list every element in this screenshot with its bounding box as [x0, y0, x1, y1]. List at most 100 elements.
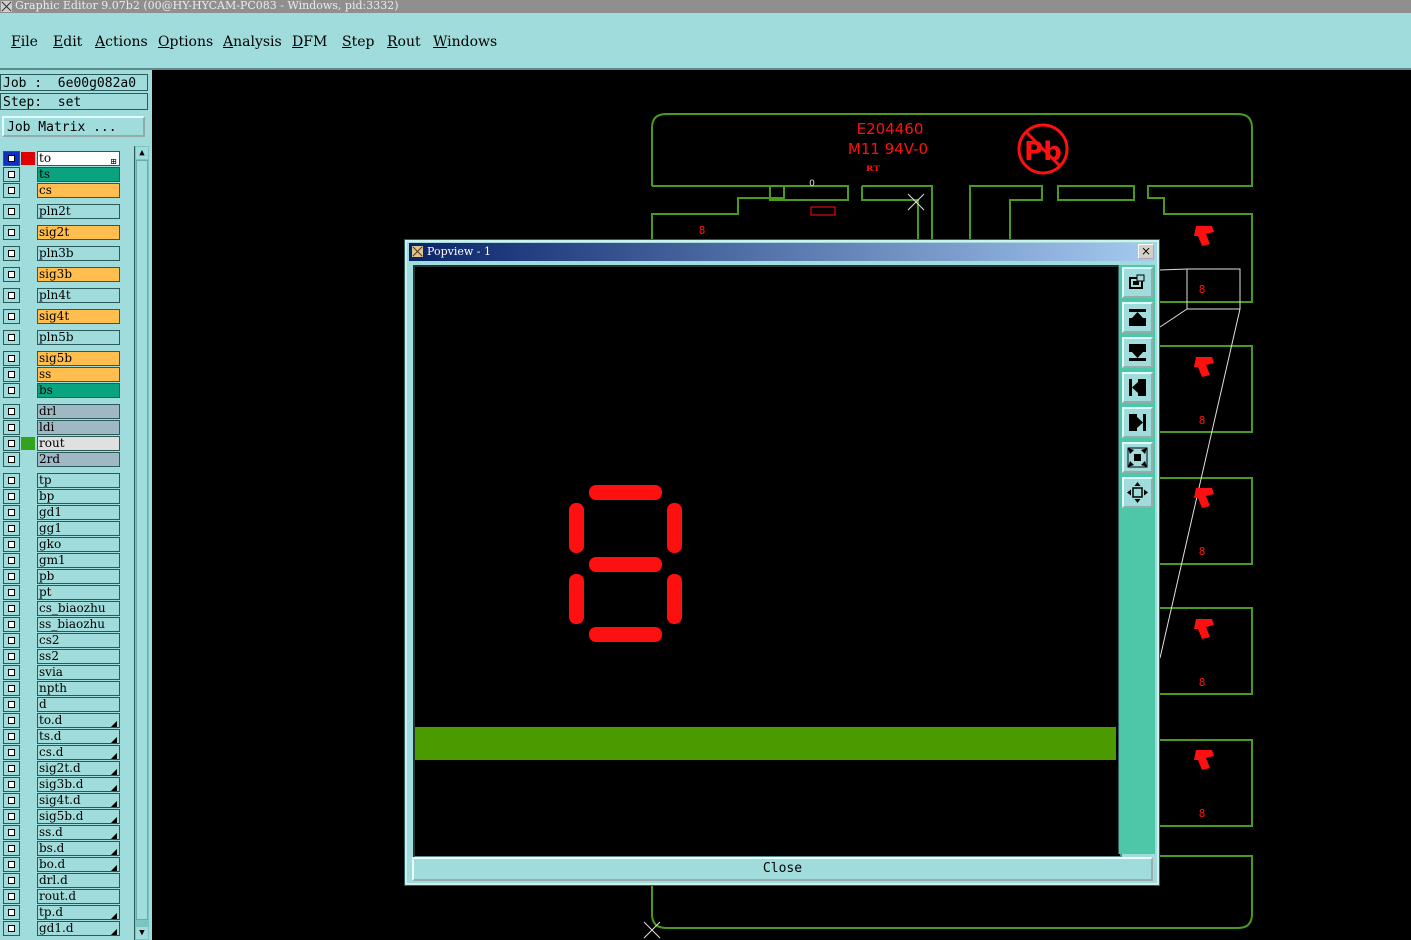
layer-color-swatch[interactable]: [21, 268, 35, 281]
layer-name[interactable]: gko: [37, 537, 120, 552]
layer-row[interactable]: gd1: [3, 505, 120, 520]
popview-canvas[interactable]: [413, 265, 1122, 858]
layer-name[interactable]: to.d ◢: [37, 713, 120, 728]
layer-row[interactable]: rout: [3, 436, 120, 451]
layer-row[interactable]: ss: [3, 367, 120, 382]
layer-checkbox[interactable]: [3, 537, 20, 552]
layer-row[interactable]: to ⊞: [3, 151, 120, 166]
layer-name[interactable]: pb: [37, 569, 120, 584]
layer-name[interactable]: gd1.d ◢: [37, 921, 120, 936]
popview-close-icon[interactable]: ×: [1138, 244, 1154, 259]
layer-color-swatch[interactable]: [21, 650, 35, 663]
layer-name[interactable]: pln5b: [37, 330, 120, 345]
layer-checkbox[interactable]: [3, 204, 20, 219]
layer-color-swatch[interactable]: [21, 746, 35, 759]
layer-row[interactable]: ts.d ◢: [3, 729, 120, 744]
layer-name[interactable]: bs: [37, 383, 120, 398]
layer-checkbox[interactable]: [3, 452, 20, 467]
layer-checkbox[interactable]: [3, 367, 20, 382]
layer-row[interactable]: pln5b: [3, 330, 120, 345]
layer-color-swatch[interactable]: [21, 858, 35, 871]
layer-checkbox[interactable]: [3, 633, 20, 648]
layer-checkbox[interactable]: [3, 404, 20, 419]
layer-color-swatch[interactable]: [21, 405, 35, 418]
layer-color-swatch[interactable]: [21, 794, 35, 807]
layer-color-swatch[interactable]: [21, 352, 35, 365]
layer-name[interactable]: sig4t: [37, 309, 120, 324]
layer-name[interactable]: pln2t: [37, 204, 120, 219]
menu-dfm[interactable]: DFM: [292, 34, 327, 50]
layer-row[interactable]: npth: [3, 681, 120, 696]
layer-name[interactable]: cs2: [37, 633, 120, 648]
layer-color-swatch[interactable]: [21, 538, 35, 551]
layer-row[interactable]: ldi: [3, 420, 120, 435]
layer-name[interactable]: ts.d ◢: [37, 729, 120, 744]
layer-color-swatch[interactable]: [21, 714, 35, 727]
layer-checkbox[interactable]: [3, 649, 20, 664]
layer-checkbox[interactable]: [3, 489, 20, 504]
layer-row[interactable]: sig2t.d ◢: [3, 761, 120, 776]
layer-color-swatch[interactable]: [21, 570, 35, 583]
layer-name[interactable]: pln4t: [37, 288, 120, 303]
layer-checkbox[interactable]: [3, 436, 20, 451]
layer-row[interactable]: gd1.d ◢: [3, 921, 120, 936]
layer-color-swatch[interactable]: [21, 205, 35, 218]
layer-checkbox[interactable]: [3, 521, 20, 536]
popview-close-button[interactable]: Close: [412, 857, 1153, 881]
layer-name[interactable]: gg1: [37, 521, 120, 536]
scroll-thumb[interactable]: [136, 160, 148, 920]
layer-color-swatch[interactable]: [21, 506, 35, 519]
layer-checkbox[interactable]: [3, 889, 20, 904]
layer-row[interactable]: cs.d ◢: [3, 745, 120, 760]
layer-color-swatch[interactable]: [21, 666, 35, 679]
menu-options[interactable]: Options: [158, 34, 213, 50]
layer-color-swatch[interactable]: [21, 730, 35, 743]
layer-color-swatch[interactable]: [21, 226, 35, 239]
layer-name[interactable]: pln3b: [37, 246, 120, 261]
layer-color-swatch[interactable]: [21, 874, 35, 887]
pan-up-icon[interactable]: [1122, 302, 1153, 333]
pan-left-icon[interactable]: [1122, 372, 1153, 403]
layer-color-swatch[interactable]: [21, 474, 35, 487]
layer-checkbox[interactable]: [3, 167, 20, 182]
layer-color-swatch[interactable]: [21, 368, 35, 381]
layer-name[interactable]: tp: [37, 473, 120, 488]
layer-row[interactable]: pln2t: [3, 204, 120, 219]
layer-row[interactable]: pb: [3, 569, 120, 584]
layer-color-swatch[interactable]: [21, 586, 35, 599]
layer-color-swatch[interactable]: [21, 842, 35, 855]
layer-name[interactable]: to ⊞: [37, 151, 120, 166]
layer-name[interactable]: ss2: [37, 649, 120, 664]
layer-row[interactable]: sig3b: [3, 267, 120, 282]
layer-row[interactable]: sig5b.d ◢: [3, 809, 120, 824]
layer-color-swatch[interactable]: [21, 289, 35, 302]
layer-checkbox[interactable]: [3, 665, 20, 680]
layer-name[interactable]: 2rd: [37, 452, 120, 467]
layer-color-swatch[interactable]: [21, 490, 35, 503]
layer-row[interactable]: ss_biaozhu: [3, 617, 120, 632]
layer-row[interactable]: pln3b: [3, 246, 120, 261]
layer-row[interactable]: cs: [3, 183, 120, 198]
layer-name[interactable]: sig4t.d ◢: [37, 793, 120, 808]
layer-checkbox[interactable]: [3, 267, 20, 282]
layer-name[interactable]: d: [37, 697, 120, 712]
layer-row[interactable]: 2rd: [3, 452, 120, 467]
layer-row[interactable]: cs_biaozhu: [3, 601, 120, 616]
layer-color-swatch[interactable]: [21, 906, 35, 919]
layer-checkbox[interactable]: [3, 697, 20, 712]
layer-checkbox[interactable]: [3, 585, 20, 600]
layer-color-swatch[interactable]: [21, 826, 35, 839]
layer-row[interactable]: sig5b: [3, 351, 120, 366]
menu-analysis[interactable]: Analysis: [223, 34, 282, 50]
layer-row[interactable]: gg1: [3, 521, 120, 536]
layer-row[interactable]: pt: [3, 585, 120, 600]
layer-row[interactable]: sig3b.d ◢: [3, 777, 120, 792]
layer-name[interactable]: bp: [37, 489, 120, 504]
job-matrix-button[interactable]: Job Matrix ...: [2, 116, 145, 137]
layer-color-swatch[interactable]: [21, 762, 35, 775]
pan-down-icon[interactable]: [1122, 337, 1153, 368]
layer-checkbox[interactable]: [3, 617, 20, 632]
layer-color-swatch[interactable]: [21, 453, 35, 466]
layer-color-swatch[interactable]: [21, 602, 35, 615]
layer-checkbox[interactable]: [3, 288, 20, 303]
